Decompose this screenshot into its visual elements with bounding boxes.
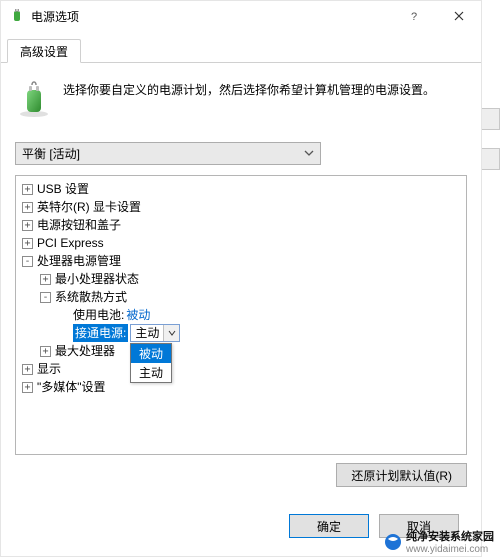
ok-button[interactable]: 确定: [289, 514, 369, 538]
tree-node-intel-graphics[interactable]: +英特尔(R) 显卡设置: [18, 198, 464, 216]
tree-node-multimedia[interactable]: +"多媒体"设置: [18, 378, 464, 396]
description-text: 选择你要自定义的电源计划，然后选择你希望计算机管理的电源设置。: [63, 81, 435, 99]
chevron-down-icon[interactable]: [163, 325, 179, 341]
power-options-dialog: 电源选项 ? 高级设置 选: [0, 0, 482, 557]
close-button[interactable]: [436, 1, 481, 31]
expand-icon[interactable]: +: [22, 382, 33, 393]
expand-icon[interactable]: +: [22, 184, 33, 195]
expand-icon[interactable]: +: [22, 238, 33, 249]
tree-node-power-buttons[interactable]: +电源按钮和盖子: [18, 216, 464, 234]
tree-node-cpu-max-state[interactable]: +最大处理器: [18, 342, 464, 360]
tree-node-display[interactable]: +显示: [18, 360, 464, 378]
power-plan-select[interactable]: 平衡 [活动]: [15, 142, 321, 165]
expand-icon[interactable]: +: [22, 364, 33, 375]
settings-tree[interactable]: +USB 设置 +英特尔(R) 显卡设置 +电源按钮和盖子 +PCI Expre…: [15, 175, 467, 455]
chevron-down-icon: [304, 147, 314, 161]
battery-icon: [15, 81, 53, 124]
plugged-in-label: 接通电源:: [73, 324, 128, 342]
plugged-in-combobox[interactable]: 主动: [130, 324, 180, 342]
collapse-icon[interactable]: -: [22, 256, 33, 267]
tree-node-usb[interactable]: +USB 设置: [18, 180, 464, 198]
window-title: 电源选项: [31, 8, 79, 25]
on-battery-value[interactable]: 被动: [126, 306, 150, 324]
expand-icon[interactable]: +: [22, 202, 33, 213]
svg-text:?: ?: [411, 11, 417, 21]
collapse-icon[interactable]: -: [40, 292, 51, 303]
expand-icon[interactable]: +: [40, 346, 51, 357]
watermark-icon: [384, 533, 402, 551]
power-plan-value: 平衡 [活动]: [22, 145, 80, 162]
help-button[interactable]: ?: [391, 1, 436, 31]
cooling-dropdown[interactable]: 被动 主动: [130, 343, 172, 383]
title-bar: 电源选项 ?: [1, 1, 481, 31]
expand-icon[interactable]: +: [22, 220, 33, 231]
expand-icon[interactable]: +: [40, 274, 51, 285]
tab-strip: 高级设置: [1, 35, 481, 63]
watermark-url: www.yidaimei.com: [406, 544, 494, 555]
dropdown-option-active[interactable]: 主动: [131, 363, 171, 382]
plugged-in-value: 主动: [131, 324, 163, 342]
app-icon: [9, 8, 25, 24]
restore-defaults-button[interactable]: 还原计划默认值(R): [336, 463, 467, 487]
watermark: 纯净安装系统家园 www.yidaimei.com: [384, 528, 494, 555]
tree-node-pci-express[interactable]: +PCI Express: [18, 234, 464, 252]
tab-advanced-settings[interactable]: 高级设置: [7, 39, 81, 63]
tree-node-cooling-policy[interactable]: -系统散热方式: [18, 288, 464, 306]
tree-node-on-battery[interactable]: 使用电池: 被动: [18, 306, 464, 324]
obscured-button[interactable]: [482, 148, 500, 170]
tree-node-cpu-power-mgmt[interactable]: -处理器电源管理: [18, 252, 464, 270]
tree-node-cpu-min-state[interactable]: +最小处理器状态: [18, 270, 464, 288]
watermark-title: 纯净安装系统家园: [406, 528, 494, 544]
obscured-button[interactable]: [482, 108, 500, 130]
tree-node-plugged-in[interactable]: 接通电源: 主动: [18, 324, 464, 342]
dropdown-option-passive[interactable]: 被动: [131, 344, 171, 363]
